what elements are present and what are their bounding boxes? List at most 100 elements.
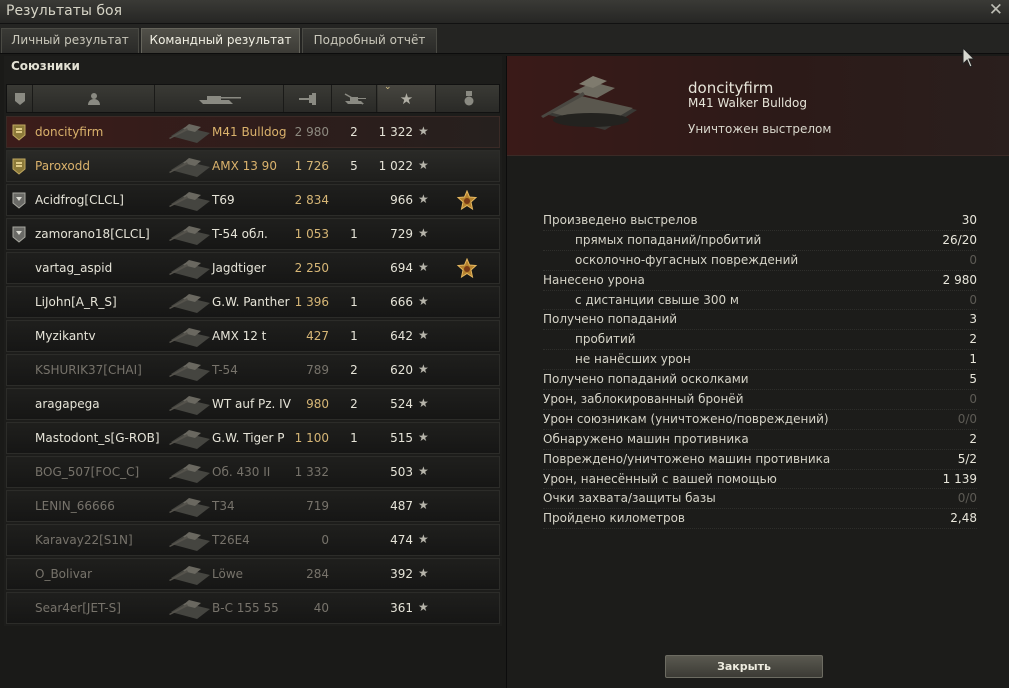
vehicle-name-cell: M41 Bulldog: [212, 125, 287, 139]
vehicle-icon: [169, 600, 210, 619]
stat-row: Получено попаданий осколками 5: [543, 370, 977, 391]
sort-rank-icon[interactable]: [7, 85, 33, 112]
kills-cell: 2: [350, 363, 358, 377]
sort-xp-icon[interactable]: ⌄ ★: [378, 82, 436, 112]
sort-player-icon[interactable]: [34, 85, 155, 112]
vehicle-name-cell: AMX 12 t: [212, 329, 267, 343]
table-row[interactable]: Paroxodd AMX 13 90 1 726 5 1 022 ★: [6, 150, 500, 182]
damage-cell: 0: [321, 533, 329, 547]
player-name-cell[interactable]: BOG_507[FOC_C]: [35, 465, 139, 479]
damage-cell: 284: [306, 567, 329, 581]
player-name-cell[interactable]: Sear4er[JET-S]: [35, 601, 121, 615]
table-row[interactable]: doncityfirm M41 Bulldog 2 980 2 1 322 ★: [6, 116, 500, 148]
tab-detailed-report[interactable]: Подробный отчёт: [302, 28, 437, 53]
table-row[interactable]: Sear4er[JET-S] B-C 155 55 40 361 ★: [6, 592, 500, 624]
detail-stats-list: Произведено выстрелов 30 прямых попаданий/…: [543, 211, 977, 530]
table-row[interactable]: aragapega WT auf Pz. IV 980 2 524 ★: [6, 388, 500, 420]
star-icon: ★: [418, 260, 429, 274]
player-name-cell[interactable]: Mastodont_s[G-ROB]: [35, 431, 160, 445]
medal-icon[interactable]: [456, 258, 478, 280]
experience-cell: 642: [390, 329, 413, 343]
player-name-cell[interactable]: O_Bolivar: [35, 567, 92, 581]
stat-value: 0: [969, 252, 977, 267]
player-name-cell[interactable]: Karavay22[S1N]: [35, 533, 133, 547]
player-name-cell[interactable]: aragapega: [35, 397, 100, 411]
table-row[interactable]: Karavay22[S1N] T26E4 0 474 ★: [6, 524, 500, 556]
table-row[interactable]: Mastodont_s[G-ROB] G.W. Tiger P 1 100 1 515 ★: [6, 422, 500, 454]
player-name-cell[interactable]: Myzikantv: [35, 329, 96, 343]
star-icon: ★: [418, 226, 429, 240]
stat-value: 0/0: [957, 411, 977, 426]
close-button[interactable]: Закрыть: [665, 655, 823, 678]
vehicle-name-cell: T69: [212, 193, 235, 207]
player-name-cell[interactable]: KSHURIK37[CHAI]: [35, 363, 142, 377]
stat-row: не нанёсших урон 1: [543, 350, 977, 371]
table-row[interactable]: O_Bolivar Löwe 284 392 ★: [6, 558, 500, 590]
experience-cell: 361: [390, 601, 413, 615]
experience-cell: 515: [390, 431, 413, 445]
kills-cell: 1: [350, 431, 358, 445]
experience-cell: 966: [390, 193, 413, 207]
stat-row: с дистанции свыше 300 м 0: [543, 291, 977, 311]
table-row[interactable]: zamorano18[CLCL] T-54 обл. 1 053 1 729 ★: [6, 218, 500, 250]
table-row[interactable]: LENIN_66666 T34 719 487 ★: [6, 490, 500, 522]
vehicle-name-cell: AMX 13 90: [212, 159, 277, 173]
star-icon: ★: [418, 566, 429, 580]
stat-label: не нанёсших урон: [575, 352, 691, 367]
vehicle-icon: [169, 124, 210, 143]
stat-label: Урон, заблокированный бронёй: [543, 392, 744, 407]
star-icon: ★: [399, 89, 414, 108]
tab-personal-result[interactable]: Личный результат: [1, 28, 139, 53]
stat-label: Произведено выстрелов: [543, 213, 698, 227]
damage-cell: 719: [306, 499, 329, 513]
table-row[interactable]: vartag_aspid Jagdtiger 2 250 694 ★: [6, 252, 500, 284]
sort-kills-icon[interactable]: [333, 85, 377, 112]
table-row[interactable]: LiJohn[A_R_S] G.W. Panther 1 396 1 666 ★: [6, 286, 500, 318]
kills-cell: 1: [350, 227, 358, 241]
table-row[interactable]: Acidfrog[CLCL] T69 2 834 966 ★: [6, 184, 500, 216]
sort-damage-icon[interactable]: [285, 85, 332, 112]
player-name-cell[interactable]: LiJohn[A_R_S]: [35, 295, 117, 309]
stat-row: Получено попаданий 3: [543, 310, 977, 331]
player-name-cell[interactable]: Paroxodd: [35, 159, 90, 173]
vehicle-name-cell: T-54 обл.: [212, 227, 268, 241]
star-icon: ★: [418, 532, 429, 546]
player-name-cell[interactable]: vartag_aspid: [35, 261, 112, 275]
star-icon: ★: [418, 158, 429, 172]
sort-medal-icon[interactable]: [437, 85, 500, 112]
window-title: Результаты боя: [6, 3, 122, 19]
stat-row: прямых попаданий/пробитий 26/20: [543, 231, 977, 251]
kills-cell: 5: [350, 159, 358, 173]
player-vehicle: M41 Walker Bulldog: [688, 96, 807, 110]
stat-label: Повреждено/уничтожено машин противника: [543, 451, 831, 466]
kills-cell: 2: [350, 125, 358, 139]
player-detail-header: doncityfirm M41 Walker Bulldog Уничтожен…: [507, 56, 1009, 156]
stat-row: Урон, заблокированный бронёй 0: [543, 390, 977, 410]
table-row[interactable]: BOG_507[FOC_C] Об. 430 II 1 332 503 ★: [6, 456, 500, 488]
vehicle-icon: [169, 192, 210, 211]
stat-label: Получено попаданий: [543, 312, 678, 327]
vehicle-name-cell: Löwe: [212, 567, 244, 581]
medal-icon[interactable]: [456, 190, 478, 212]
damage-cell: 789: [306, 363, 329, 377]
star-icon: ★: [418, 498, 429, 512]
close-icon[interactable]: ✕: [989, 0, 1003, 20]
table-row[interactable]: Myzikantv AMX 12 t 427 1 642 ★: [6, 320, 500, 352]
stat-label: осколочно-фугасных повреждений: [575, 252, 799, 267]
table-row[interactable]: KSHURIK37[CHAI] T-54 789 2 620 ★: [6, 354, 500, 386]
stat-label: Обнаружено машин противника: [543, 431, 749, 446]
player-name-cell[interactable]: Acidfrog[CLCL]: [35, 193, 124, 207]
experience-cell: 1 022: [378, 159, 413, 173]
stat-value: 2,48: [950, 511, 977, 526]
experience-cell: 474: [390, 533, 413, 547]
stat-row: Произведено выстрелов 30: [543, 211, 977, 231]
sort-vehicle-icon[interactable]: [156, 85, 284, 112]
player-name-cell[interactable]: doncityfirm: [35, 125, 103, 139]
player-name-cell[interactable]: LENIN_66666: [35, 499, 115, 513]
player-name-cell[interactable]: zamorano18[CLCL]: [35, 227, 150, 241]
allies-table-header: ⌄ ★: [6, 82, 500, 113]
mouse-cursor-icon: [962, 47, 976, 68]
experience-cell: 729: [390, 227, 413, 241]
rank-badge-icon: [12, 226, 26, 243]
tab-team-result[interactable]: Командный результат: [141, 28, 300, 53]
